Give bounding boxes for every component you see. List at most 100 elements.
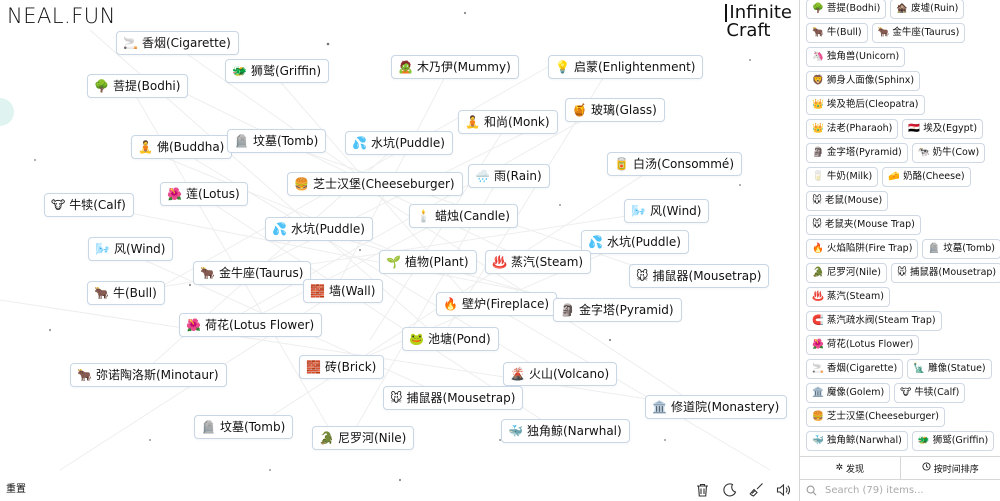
canvas-item[interactable]: 💦 水坑(Puddle) xyxy=(265,217,373,241)
canvas-item[interactable]: 💡 启蒙(Enlightenment) xyxy=(548,55,704,79)
item-emoji: 🌺 xyxy=(167,187,182,201)
sidebar-item[interactable]: 🏛️ 魔像(Golem) xyxy=(806,383,891,403)
item-label: 金字塔(Pyramid) xyxy=(578,303,674,317)
item-emoji: 🪦 xyxy=(234,134,249,148)
canvas-item[interactable]: ♨️ 蒸汽(Steam) xyxy=(485,250,592,274)
item-label: 金牛座(Taurus) xyxy=(892,27,960,38)
item-label: 老鼠夹(Mouse Trap) xyxy=(824,219,915,230)
item-emoji: 🌺 xyxy=(812,339,824,350)
sidebar-item[interactable]: 🗽 雕像(Statue) xyxy=(907,359,992,379)
canvas-item[interactable]: 🍯 玻璃(Glass) xyxy=(565,98,665,122)
item-emoji: 🐮 xyxy=(900,387,912,398)
item-emoji: 🧱 xyxy=(310,284,325,298)
item-emoji: 🐊 xyxy=(319,431,334,445)
sidebar-item[interactable]: 🐂 牛(Bull) xyxy=(806,23,868,43)
item-label: 莲(Lotus) xyxy=(185,187,240,201)
sidebar-item[interactable]: 👑 埃及艳后(Cleopatra) xyxy=(806,95,925,115)
canvas-item[interactable]: 🐭 捕鼠器(Mousetrap) xyxy=(383,386,524,410)
canvas-item[interactable]: 💦 水坑(Puddle) xyxy=(581,230,689,254)
sidebar-item[interactable]: 🧀 奶酪(Cheese) xyxy=(882,167,971,187)
sidebar-item[interactable]: 🌳 菩提(Bodhi) xyxy=(806,0,887,19)
item-emoji: 🐂 xyxy=(877,27,890,38)
crafting-canvas[interactable]: NEAL.FUN Infinite Craft 🚬 香烟(Cigarette) 🐲… xyxy=(0,0,800,501)
canvas-item[interactable]: 🕯️ 蜡烛(Candle) xyxy=(409,204,518,228)
canvas-item[interactable]: 💦 水坑(Puddle) xyxy=(345,131,453,155)
item-label: 尼罗河(Nile) xyxy=(826,267,881,278)
canvas-item[interactable]: 🌳 菩提(Bodhi) xyxy=(87,74,189,98)
item-label: 水坑(Puddle) xyxy=(606,235,681,249)
canvas-item[interactable]: 🐂 牛(Bull) xyxy=(87,281,165,305)
canvas-item[interactable]: 🚬 香烟(Cigarette) xyxy=(116,31,239,55)
canvas-item[interactable]: 🌬️ 风(Wind) xyxy=(88,237,174,261)
sidebar-item[interactable]: 🦁 狮身人面像(Sphinx) xyxy=(806,71,921,91)
item-emoji: 🏛️ xyxy=(652,400,667,414)
item-label: 香烟(Cigarette) xyxy=(826,363,898,374)
sidebar-item[interactable]: ♨️ 蒸汽(Steam) xyxy=(806,287,890,307)
canvas-item[interactable]: 🌺 莲(Lotus) xyxy=(160,182,248,206)
canvas-item[interactable]: 🐸 池塘(Pond) xyxy=(402,327,499,351)
sidebar-item[interactable]: 🐊 尼罗河(Nile) xyxy=(806,263,887,283)
sidebar-item[interactable]: 🐮 牛犊(Calf) xyxy=(894,383,966,403)
item-label: 捕鼠器(Mousetrap) xyxy=(406,391,516,405)
search-input[interactable] xyxy=(823,483,987,497)
canvas-item[interactable]: 🥫 白汤(Consommé) xyxy=(607,152,742,176)
moon-icon[interactable] xyxy=(721,481,738,498)
canvas-item[interactable]: 🍔 芝士汉堡(Cheeseburger) xyxy=(287,172,463,196)
sidebar-item[interactable]: 🏚️ 废墟(Ruin) xyxy=(890,0,965,19)
sidebar-item[interactable]: 🐄 奶牛(Cow) xyxy=(911,143,986,163)
sidebar-item[interactable]: 🐭 老鼠(Mouse) xyxy=(806,191,889,211)
sidebar-item[interactable]: 🧲 蒸汽疏水阀(Steam Trap) xyxy=(806,311,942,331)
sidebar-item[interactable]: 🦄 独角兽(Unicorn) xyxy=(806,47,906,67)
canvas-item[interactable]: 🗿 金字塔(Pyramid) xyxy=(553,298,682,322)
sidebar-item[interactable]: 🐭 老鼠夹(Mouse Trap) xyxy=(806,215,921,235)
sidebar-item[interactable]: 👑 法老(Pharaoh) xyxy=(806,119,899,139)
tab-discover[interactable]: ✲ 发现 xyxy=(800,457,900,479)
canvas-item[interactable]: 🌺 荷花(Lotus Flower) xyxy=(179,313,323,337)
canvas-item[interactable]: 🌬️ 风(Wind) xyxy=(624,199,710,223)
sidebar-item[interactable]: 🐳 独角鲸(Narwhal) xyxy=(806,431,908,451)
canvas-item[interactable]: 🧘 和尚(Monk) xyxy=(458,110,558,134)
sound-icon[interactable] xyxy=(775,481,792,498)
canvas-item[interactable]: 🧱 砖(Brick) xyxy=(299,355,385,379)
sidebar-item[interactable]: 🚬 香烟(Cigarette) xyxy=(806,359,904,379)
item-label: 蜡烛(Candle) xyxy=(434,209,510,223)
broom-icon[interactable] xyxy=(748,481,765,498)
item-emoji: 👑 xyxy=(812,99,824,110)
sidebar-item[interactable]: 🇪🇬 埃及(Egypt) xyxy=(902,119,984,139)
canvas-item[interactable]: 🌱 植物(Plant) xyxy=(379,250,477,274)
canvas-item[interactable]: 🐊 尼罗河(Nile) xyxy=(312,426,415,450)
canvas-item[interactable]: 🧱 墙(Wall) xyxy=(303,279,384,303)
canvas-item[interactable]: 🧟 木乃伊(Mummy) xyxy=(391,55,519,79)
canvas-item[interactable]: 🪦 坟墓(Tomb) xyxy=(194,415,294,439)
canvas-item[interactable]: 🏛️ 修道院(Monastery) xyxy=(645,395,788,419)
sidebar-item[interactable]: 🗿 金字塔(Pyramid) xyxy=(806,143,908,163)
tab-sort-by-time[interactable]: 按时间排序 xyxy=(899,457,1000,479)
canvas-item[interactable]: 🌋 火山(Volcano) xyxy=(503,362,618,386)
canvas-item[interactable]: 🐲 狮鹫(Griffin) xyxy=(225,59,330,83)
sidebar-item[interactable]: 🐂 金牛座(Taurus) xyxy=(871,23,966,43)
canvas-item[interactable]: 🧘 佛(Buddha) xyxy=(131,135,233,159)
item-emoji: 🚬 xyxy=(812,363,824,374)
trash-icon[interactable] xyxy=(694,481,711,498)
item-emoji: 🗿 xyxy=(812,147,824,158)
canvas-item[interactable]: 🪦 坟墓(Tomb) xyxy=(227,129,327,153)
sidebar-item-list[interactable]: 🌳 菩提(Bodhi) 🏚️ 废墟(Ruin) 🐂 牛(Bull) 🐂 金牛座(Taurus)… xyxy=(800,0,1000,456)
canvas-item[interactable]: 🔥 壁炉(Fireplace) xyxy=(436,292,558,316)
sidebar-row: 🌳 菩提(Bodhi) 🏚️ 废墟(Ruin) xyxy=(806,0,1000,23)
sidebar-item[interactable]: 🥛 牛奶(Milk) xyxy=(806,167,879,187)
item-emoji: 💦 xyxy=(352,136,367,150)
sidebar-item[interactable]: 🍔 芝士汉堡(Cheeseburger) xyxy=(806,407,945,427)
canvas-item[interactable]: 🐂 弥诺陶洛斯(Minotaur) xyxy=(70,363,227,387)
canvas-item[interactable]: 🐂 金牛座(Taurus) xyxy=(193,261,312,285)
canvas-item[interactable]: 🐳 独角鲸(Narwhal) xyxy=(501,419,630,443)
sidebar-item[interactable]: 🔥 火焰陷阱(Fire Trap) xyxy=(806,239,919,259)
sidebar-item[interactable]: 🌺 荷花(Lotus Flower) xyxy=(806,335,920,355)
canvas-item[interactable]: 🌧️ 雨(Rain) xyxy=(468,164,550,188)
sidebar-item[interactable]: 🐲 狮鹫(Griffin) xyxy=(911,431,995,451)
reset-button[interactable]: 重置 xyxy=(6,480,26,495)
sidebar-item[interactable]: 🪦 坟墓(Tomb) xyxy=(922,239,1000,259)
sidebar-item[interactable]: 🐭 捕鼠器(Mousetrap) xyxy=(891,263,1000,283)
neal-fun-logo[interactable]: NEAL.FUN xyxy=(7,4,116,28)
canvas-item[interactable]: 🐭 捕鼠器(Mousetrap) xyxy=(629,264,770,288)
canvas-item[interactable]: 🐮 牛犊(Calf) xyxy=(44,193,134,217)
